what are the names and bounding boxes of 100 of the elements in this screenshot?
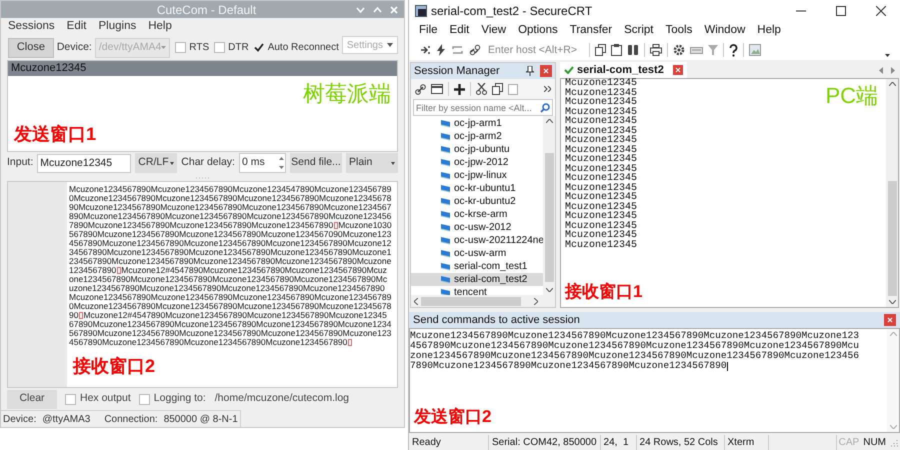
pin-icon[interactable] bbox=[526, 66, 534, 76]
loop-icon[interactable] bbox=[451, 44, 464, 56]
caret-left-icon[interactable] bbox=[414, 298, 418, 304]
menu-item[interactable]: Transfer bbox=[570, 22, 612, 40]
close-button[interactable]: Close bbox=[8, 38, 54, 58]
printer-icon[interactable] bbox=[650, 44, 662, 56]
clipboard-icon[interactable] bbox=[611, 44, 622, 56]
close-icon[interactable] bbox=[876, 6, 886, 16]
caret-right-icon[interactable] bbox=[534, 298, 538, 304]
checkbox[interactable] bbox=[254, 42, 265, 53]
menu-item[interactable]: Script bbox=[624, 22, 654, 40]
plus-icon[interactable] bbox=[454, 84, 465, 94]
send-file-button[interactable]: Send file... bbox=[290, 153, 342, 173]
caret-right-icon[interactable] bbox=[891, 67, 895, 74]
caret-icon[interactable] bbox=[885, 54, 890, 57]
annotation-label: 接收窗口1 bbox=[565, 281, 642, 303]
session-item[interactable]: serial-com_test2 bbox=[411, 273, 543, 286]
session-item[interactable]: oc-krse-arm bbox=[411, 208, 543, 221]
caret-down-icon[interactable] bbox=[546, 288, 552, 292]
link-icon[interactable] bbox=[415, 84, 426, 94]
scrollbar[interactable] bbox=[886, 79, 898, 307]
network-icon[interactable] bbox=[419, 44, 431, 56]
checkbox[interactable] bbox=[138, 394, 150, 404]
caret-icon bbox=[387, 43, 393, 47]
session-item[interactable]: oc-jpw-linux bbox=[411, 169, 543, 182]
checkbox[interactable] bbox=[65, 394, 76, 404]
session-item[interactable]: oc-jp-arm2 bbox=[411, 130, 543, 143]
scrollbar[interactable] bbox=[411, 295, 555, 307]
terminal-line: Mcuzone12345 bbox=[565, 202, 638, 212]
monitor-icon bbox=[440, 158, 451, 167]
menu-item[interactable]: Help bbox=[757, 22, 781, 40]
scissors-icon[interactable] bbox=[476, 83, 487, 95]
session-item[interactable]: oc-usw-arm bbox=[411, 247, 543, 260]
session-item[interactable]: serial-com_test1 bbox=[411, 260, 543, 273]
format-dropdown[interactable]: Plain bbox=[346, 153, 398, 173]
caret-left-icon[interactable] bbox=[879, 67, 883, 74]
input-field[interactable]: Mcuzone12345 bbox=[37, 154, 132, 172]
delay-spinbox[interactable]: 0 ms bbox=[238, 153, 286, 173]
scrollbar[interactable] bbox=[543, 116, 555, 295]
double-chevron-icon[interactable] bbox=[544, 86, 551, 92]
history-item[interactable]: Mcuzone12345 bbox=[8, 61, 397, 76]
terminal-line: Mcuzone12345 bbox=[565, 155, 638, 164]
menu-item[interactable]: View bbox=[481, 22, 506, 40]
checkbox[interactable] bbox=[214, 42, 226, 53]
status-field: 24, 1 bbox=[600, 435, 637, 450]
copy-icon[interactable] bbox=[492, 83, 503, 95]
scrollbar-thumb[interactable] bbox=[421, 296, 521, 306]
lightning-icon[interactable] bbox=[436, 44, 446, 56]
session-tab[interactable]: serial-com_test2 bbox=[560, 62, 687, 78]
search-icon[interactable] bbox=[540, 102, 550, 112]
clipboard-icon[interactable] bbox=[508, 83, 518, 95]
delay-label: Char delay: bbox=[181, 155, 235, 170]
menu-item[interactable]: Edit bbox=[66, 18, 86, 36]
maximize-icon[interactable] bbox=[836, 6, 846, 16]
menu-item[interactable]: Sessions bbox=[8, 18, 55, 36]
checkbox-label: Auto Reconnect bbox=[268, 41, 339, 55]
status-text: @ttyAMA3 bbox=[42, 412, 90, 426]
output-text: 234567890Mcuzone1234567890Mcuzone1234567890Mcuzone1234567890Mcuzone bbox=[69, 257, 392, 266]
resize-grip-icon[interactable] bbox=[890, 438, 898, 446]
caret-down-icon[interactable] bbox=[888, 300, 896, 304]
session-item[interactable]: oc-usw-20211224ne bbox=[411, 234, 543, 247]
copy-icon[interactable] bbox=[595, 44, 606, 56]
help-icon[interactable] bbox=[729, 44, 738, 56]
output-text: uzone1234567890Mcuzone1234567890Mcuzone1234567890Mcuzone1234567890 bbox=[69, 284, 385, 293]
session-item[interactable]: oc-jp-ubuntu bbox=[411, 143, 543, 156]
line-ending-dropdown[interactable]: CR/LF bbox=[135, 153, 178, 173]
output-text: 90Mcuzone1234567890Mcuzone1234567890Mcuzone1234567890Mcuzone1234567 bbox=[69, 203, 392, 212]
filter-field[interactable]: Filter by session name <Alt... bbox=[413, 99, 553, 116]
menu-item[interactable]: Plugins bbox=[98, 18, 136, 36]
caret-up-icon[interactable] bbox=[546, 119, 552, 123]
menu-item[interactable]: Options bbox=[518, 22, 558, 40]
window-icon[interactable] bbox=[431, 84, 443, 94]
session-item[interactable]: oc-jp-arm1 bbox=[411, 117, 543, 130]
session-item[interactable]: oc-kr-ubuntu1 bbox=[411, 182, 543, 195]
menu-item[interactable]: Edit bbox=[450, 22, 470, 40]
device-label: Device: bbox=[56, 40, 92, 55]
monitor-icon bbox=[440, 210, 451, 219]
caret-up-icon[interactable] bbox=[888, 82, 896, 86]
session-item[interactable]: oc-kr-ubuntu2 bbox=[411, 195, 543, 208]
menu-item[interactable]: Help bbox=[148, 18, 172, 36]
terminal-line: Mcuzone12345 bbox=[565, 126, 638, 136]
terminal-line: Mcuzone12345 bbox=[565, 174, 638, 184]
monitor-icon bbox=[440, 275, 451, 284]
checkbox[interactable] bbox=[175, 42, 186, 53]
menu-item[interactable]: File bbox=[419, 22, 438, 40]
terminal-line: Mcuzone12345 bbox=[565, 88, 638, 98]
monitor-icon bbox=[440, 132, 451, 141]
menu-item[interactable]: Window bbox=[704, 22, 746, 40]
menu-item[interactable]: Tools bbox=[666, 22, 692, 40]
scrollbar-thumb[interactable] bbox=[888, 181, 896, 296]
annotation-label: PC端 bbox=[825, 83, 878, 109]
session-item[interactable]: oc-jpw-2012 bbox=[411, 156, 543, 169]
clear-button[interactable]: Clear bbox=[7, 390, 57, 408]
output-text: Mcuzone12#4547890Mcuzone1234567890Mcuzone1234567890Mcuzone12345 bbox=[83, 311, 387, 320]
gear-icon[interactable] bbox=[673, 44, 685, 56]
session-item[interactable]: tencent bbox=[411, 286, 543, 295]
scrollbar-thumb[interactable] bbox=[544, 153, 554, 282]
link-icon[interactable] bbox=[469, 44, 481, 56]
log-path: /home/mcuzone/cutecom.log bbox=[214, 391, 349, 406]
session-item[interactable]: oc-usw-2012 bbox=[411, 221, 543, 234]
